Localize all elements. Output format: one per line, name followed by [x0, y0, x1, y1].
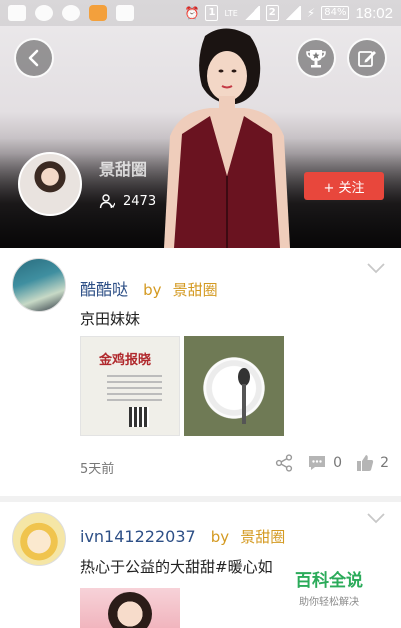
by-label: by: [210, 528, 230, 546]
comment-count: 0: [333, 455, 343, 471]
network-type: LTE: [224, 8, 238, 18]
feed-item: ivn141222037 by 景甜圈 热心于公益的大甜甜#暖心如: [0, 502, 401, 628]
avatar[interactable]: [12, 258, 66, 312]
like-button[interactable]: 2: [356, 454, 389, 472]
group-header: ⏰ 1 LTE 2 ⚡ 84% 18:02 景甜圈 2473 + 关注: [0, 0, 401, 248]
share-button[interactable]: [275, 454, 293, 472]
chevron-left-icon: [28, 49, 39, 67]
member-count: 2473: [99, 193, 156, 209]
watermark-subtitle: 助你轻松解决: [299, 597, 359, 608]
shop-icon: [89, 5, 107, 21]
watermark: 百科全说 助你轻松解决: [288, 566, 370, 608]
post-image[interactable]: [80, 588, 180, 628]
post-image[interactable]: [184, 336, 284, 436]
status-bar: ⏰ 1 LTE 2 ⚡ 84% 18:02: [0, 0, 401, 26]
alarm-icon: ⏰: [184, 6, 200, 20]
user-icon: [99, 194, 115, 209]
signal-icon-2: [284, 6, 301, 20]
group-name: 景甜圈: [99, 160, 148, 179]
member-count-value: 2473: [123, 193, 157, 209]
app-icon: [35, 5, 53, 21]
compose-button[interactable]: [347, 38, 387, 78]
chevron-down-icon[interactable]: [367, 262, 385, 274]
like-count: 2: [380, 455, 389, 471]
back-button[interactable]: [14, 38, 54, 78]
ranking-button[interactable]: [296, 38, 336, 78]
comment-icon: [309, 456, 326, 470]
post-text: 热心于公益的大甜甜#暖心如: [80, 558, 273, 576]
post-actions: 0 2: [275, 454, 389, 472]
author-name[interactable]: ivn141222037: [80, 527, 196, 546]
group-link[interactable]: 景甜圈: [240, 528, 285, 546]
group-avatar[interactable]: [18, 152, 82, 216]
post-image[interactable]: 金鸡报晓: [80, 336, 180, 436]
game-icon: [116, 5, 134, 21]
signal-icon: [243, 6, 260, 20]
battery-level: 84%: [321, 6, 350, 20]
trophy-icon: [306, 50, 326, 68]
sim2-indicator: 2: [265, 5, 279, 21]
feed-item: 酷酷哒 by 景甜圈 京田妹妹 金鸡报晓 5天前 0 2: [0, 248, 401, 498]
clock: 18:02: [355, 4, 393, 22]
share-icon: [276, 454, 293, 472]
thumbs-up-icon: [357, 455, 374, 471]
edit-icon: [358, 51, 376, 67]
group-link[interactable]: 景甜圈: [173, 281, 218, 299]
post-time: 5天前: [80, 462, 115, 477]
sports-icon: [62, 5, 80, 21]
image-caption: 金鸡报晓: [99, 353, 152, 368]
comment-button[interactable]: 0: [307, 454, 342, 472]
cover-photo: [164, 28, 290, 248]
author-name[interactable]: 酷酷哒: [80, 280, 128, 299]
chevron-down-icon[interactable]: [367, 512, 385, 524]
post-text: 京田妹妹: [80, 310, 141, 328]
sim1-indicator: 1: [205, 5, 219, 21]
avatar[interactable]: [12, 512, 66, 566]
follow-button[interactable]: + 关注: [304, 172, 384, 200]
watermark-title: 百科全说: [295, 571, 363, 591]
charging-icon: ⚡: [306, 6, 316, 20]
by-label: by: [143, 281, 162, 299]
message-icon: [8, 5, 26, 21]
qr-code: [129, 407, 149, 427]
